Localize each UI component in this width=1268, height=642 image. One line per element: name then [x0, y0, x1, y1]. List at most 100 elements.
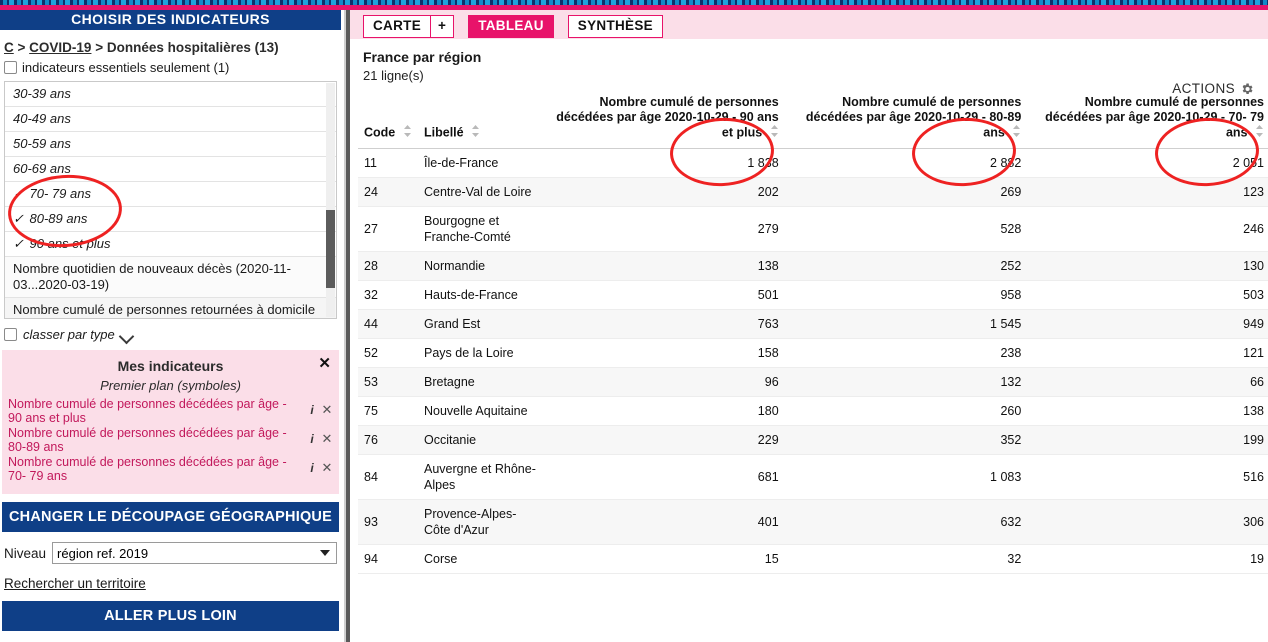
classer-par-type-row[interactable]: classer par type [0, 319, 341, 348]
cell-deaths-90plus: 401 [542, 499, 785, 545]
checkbox-icon[interactable] [4, 328, 17, 341]
col-header-libelle-label: Libellé [424, 125, 464, 140]
change-geography-button[interactable]: CHANGER LE DÉCOUPAGE GÉOGRAPHIQUE [2, 502, 339, 532]
cell-deaths-90plus: 180 [542, 396, 785, 426]
cell-code: 28 [358, 251, 418, 281]
col-header-deaths-80-89-label: Nombre cumulé de personnes décédées par … [805, 95, 1022, 140]
cell-deaths-70-79: 130 [1027, 251, 1268, 281]
table-row[interactable]: 53 Bretagne 96 132 66 [358, 367, 1268, 397]
cell-deaths-90plus: 158 [542, 338, 785, 368]
cell-deaths-70-79: 306 [1027, 499, 1268, 545]
remove-icon[interactable]: ✕ [321, 398, 333, 418]
tab-carte-plus[interactable]: + [431, 14, 455, 38]
info-icon[interactable]: i [307, 456, 317, 475]
data-table: Code Libellé Nombre cumulé de personnes … [358, 89, 1268, 574]
indicator-list-item[interactable]: ✓ 80-89 ans [5, 207, 336, 232]
cell-code: 53 [358, 367, 418, 397]
col-header-deaths-90plus-label: Nombre cumulé de personnes décédées par … [556, 95, 779, 140]
my-indicator-label[interactable]: Nombre cumulé de personnes décédées par … [8, 426, 303, 454]
gear-icon[interactable] [1240, 82, 1254, 96]
sort-icon[interactable] [403, 125, 412, 141]
indicator-list-scrollbar-thumb[interactable] [326, 210, 335, 288]
tab-synthese[interactable]: SYNTHÈSE [567, 14, 663, 38]
sort-icon[interactable] [1012, 125, 1021, 141]
col-header-deaths-90plus[interactable]: Nombre cumulé de personnes décédées par … [542, 89, 785, 149]
col-header-libelle[interactable]: Libellé [418, 89, 542, 149]
col-header-code[interactable]: Code [358, 89, 418, 149]
col-header-code-label: Code [364, 125, 396, 140]
cell-deaths-70-79: 2 051 [1027, 148, 1268, 178]
cell-deaths-90plus: 681 [542, 454, 785, 500]
cell-deaths-70-79: 121 [1027, 338, 1268, 368]
indicator-list-item[interactable]: ✓ 70- 79 ans [5, 182, 336, 207]
actions-button[interactable]: ACTIONS [1172, 81, 1254, 96]
breadcrumb-root[interactable]: C [4, 40, 14, 55]
cell-libelle: Auvergne et Rhône-Alpes [418, 454, 542, 500]
my-indicators-list: Nombre cumulé de personnes décédées par … [8, 397, 333, 484]
niveau-select[interactable]: région ref. 2019 [52, 542, 337, 564]
breadcrumb-separator-2: > [95, 40, 104, 55]
table-row[interactable]: 24 Centre-Val de Loire 202 269 123 [358, 177, 1268, 207]
essential-indicators-checkbox-row[interactable]: indicateurs essentiels seulement (1) [0, 57, 341, 81]
table-row[interactable]: 44 Grand Est 763 1 545 949 [358, 309, 1268, 339]
cell-deaths-90plus: 763 [542, 309, 785, 339]
info-icon[interactable]: i [307, 398, 317, 417]
my-indicators-panel: ✕ Mes indicateurs Premier plan (symboles… [2, 350, 339, 494]
essential-indicators-label: indicateurs essentiels seulement (1) [22, 60, 230, 75]
indicator-list-item[interactable]: Nombre cumulé de personnes retournées à … [5, 298, 336, 318]
cell-libelle: Normandie [418, 251, 542, 281]
tab-tableau[interactable]: TABLEAU [468, 14, 554, 38]
checkbox-icon[interactable] [4, 61, 17, 74]
cell-deaths-70-79: 516 [1027, 454, 1268, 500]
my-indicator-label[interactable]: Nombre cumulé de personnes décédées par … [8, 397, 303, 425]
indicator-list-item[interactable]: 50-59 ans [5, 132, 336, 157]
my-indicator-label[interactable]: Nombre cumulé de personnes décédées par … [8, 455, 303, 483]
cell-deaths-90plus: 279 [542, 206, 785, 252]
indicator-list-item-label: 60-69 ans [13, 161, 71, 176]
info-icon[interactable]: i [307, 427, 317, 446]
indicator-list-item[interactable]: Nombre quotidien de nouveaux décès (2020… [5, 257, 336, 298]
chevron-down-icon[interactable] [121, 331, 134, 339]
cell-deaths-80-89: 1 083 [784, 454, 1028, 500]
col-header-deaths-70-79[interactable]: Nombre cumulé de personnes décédées par … [1027, 89, 1268, 149]
sort-icon[interactable] [471, 125, 480, 141]
table-row[interactable]: 32 Hauts-de-France 501 958 503 [358, 280, 1268, 310]
close-icon[interactable]: ✕ [318, 354, 331, 372]
col-header-deaths-80-89[interactable]: Nombre cumulé de personnes décédées par … [784, 89, 1028, 149]
indicator-list-item[interactable]: 30-39 ans [5, 82, 336, 107]
go-further-button[interactable]: ALLER PLUS LOIN [2, 601, 339, 631]
tab-carte[interactable]: CARTE [363, 14, 431, 38]
table-row[interactable]: 11 Île-de-France 1 838 2 882 2 051 [358, 148, 1268, 178]
table-row[interactable]: 76 Occitanie 229 352 199 [358, 425, 1268, 455]
remove-icon[interactable]: ✕ [321, 427, 333, 447]
cell-libelle: Hauts-de-France [418, 280, 542, 310]
indicator-list-item[interactable]: 40-49 ans [5, 107, 336, 132]
table-row[interactable]: 94 Corse 15 32 19 [358, 544, 1268, 574]
table-row[interactable]: 27 Bourgogne et Franche-Comté 279 528 246 [358, 206, 1268, 252]
table-row[interactable]: 52 Pays de la Loire 158 238 121 [358, 338, 1268, 368]
table-row[interactable]: 93 Provence-Alpes-Côte d'Azur 401 632 306 [358, 499, 1268, 545]
indicator-list-item-label: 30-39 ans [13, 86, 71, 101]
indicator-list-item-label: 80-89 ans [29, 211, 88, 226]
cell-libelle: Nouvelle Aquitaine [418, 396, 542, 426]
cell-libelle: Grand Est [418, 309, 542, 339]
search-territory-link[interactable]: Rechercher un territoire [0, 566, 341, 593]
niveau-row: Niveau région ref. 2019 [0, 532, 341, 566]
breadcrumb-covid19[interactable]: COVID-19 [29, 40, 91, 55]
table-row[interactable]: 84 Auvergne et Rhône-Alpes 681 1 083 516 [358, 454, 1268, 500]
table-row[interactable]: 75 Nouvelle Aquitaine 180 260 138 [358, 396, 1268, 426]
cell-libelle: Bretagne [418, 367, 542, 397]
sort-icon[interactable] [770, 125, 779, 141]
sort-icon[interactable] [1255, 125, 1264, 141]
my-indicators-subtitle: Premier plan (symboles) [100, 378, 241, 393]
indicator-list[interactable]: 30-39 ans 40-49 ans 50-59 ans 60-69 ans ✓ 70… [5, 82, 336, 318]
cell-code: 94 [358, 544, 418, 574]
table-row[interactable]: 28 Normandie 138 252 130 [358, 251, 1268, 281]
cell-deaths-80-89: 32 [784, 544, 1028, 574]
indicator-list-item-label: 50-59 ans [13, 136, 71, 151]
row-count: 21 ligne(s) [363, 68, 424, 83]
indicator-list-item[interactable]: ✓ 90 ans et plus [5, 232, 336, 257]
breadcrumb: C > COVID-19 > Données hospitalières (13… [0, 30, 341, 57]
remove-icon[interactable]: ✕ [321, 456, 333, 476]
indicator-list-item[interactable]: 60-69 ans [5, 157, 336, 182]
